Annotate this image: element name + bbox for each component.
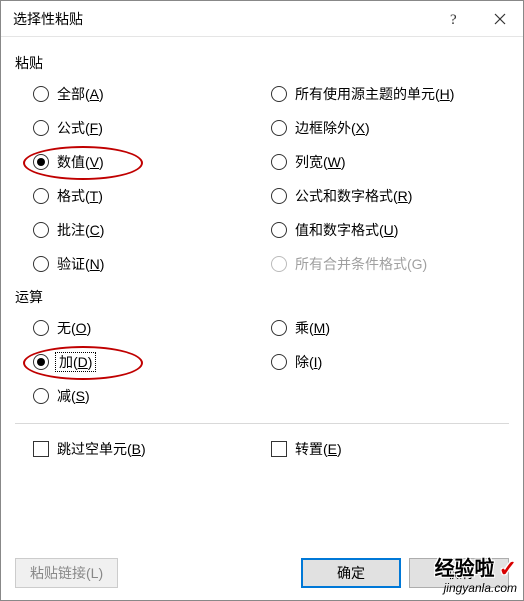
- help-button[interactable]: ?: [431, 1, 477, 37]
- radio-label: 公式和数字格式(R): [295, 186, 412, 206]
- group-paste: 全部(A) 公式(F) 数值(V) 格式(T) 批注(C) 验证(N) 所有使用源主题的单…: [15, 77, 509, 281]
- radio-label: 数值(V): [57, 152, 104, 172]
- radio-paste-r-5: 所有合并条件格式(G): [271, 247, 509, 281]
- radio-label: 全部(A): [57, 84, 104, 104]
- close-button[interactable]: [477, 1, 523, 37]
- radio-icon: [271, 222, 287, 238]
- close-icon: [494, 13, 506, 25]
- radio-icon: [33, 222, 49, 238]
- dialog-content: 粘贴 全部(A) 公式(F) 数值(V) 格式(T) 批注(C) 验证(N) 所有使用源主…: [1, 37, 523, 476]
- checkbox-icon: [33, 441, 49, 457]
- radio-paste-l-3[interactable]: 格式(T): [33, 179, 271, 213]
- divider: [15, 423, 509, 424]
- radio-label: 所有合并条件格式(G): [295, 254, 427, 274]
- group-operation: 无(O) 加(D) 减(S) 乘(M) 除(I): [15, 311, 509, 413]
- operation-left-col: 无(O) 加(D) 减(S): [15, 311, 271, 413]
- ok-button[interactable]: 确定: [301, 558, 401, 588]
- radio-label: 批注(C): [57, 220, 104, 240]
- radio-icon: [33, 154, 49, 170]
- radio-label: 格式(T): [57, 186, 103, 206]
- radio-op-r-1[interactable]: 除(I): [271, 345, 509, 379]
- operation-right-col: 乘(M) 除(I): [271, 311, 509, 413]
- radio-label: 乘(M): [295, 318, 330, 338]
- radio-icon: [33, 354, 49, 370]
- radio-op-l-0[interactable]: 无(O): [33, 311, 271, 345]
- radio-paste-l-0[interactable]: 全部(A): [33, 77, 271, 111]
- radio-icon: [271, 354, 287, 370]
- radio-icon: [33, 188, 49, 204]
- radio-label: 无(O): [57, 318, 91, 338]
- paste-link-button: 粘贴链接(L): [15, 558, 118, 588]
- paste-left-col: 全部(A) 公式(F) 数值(V) 格式(T) 批注(C) 验证(N): [15, 77, 271, 281]
- radio-icon: [33, 388, 49, 404]
- radio-paste-l-5[interactable]: 验证(N): [33, 247, 271, 281]
- checkbox-label: 转置(E): [295, 439, 342, 459]
- radio-icon: [33, 120, 49, 136]
- checkbox-label: 跳过空单元(B): [57, 439, 146, 459]
- checkbox-row: 跳过空单元(B) 转置(E): [15, 432, 509, 466]
- svg-text:?: ?: [450, 12, 457, 27]
- dialog-title: 选择性粘贴: [13, 9, 83, 29]
- radio-label: 所有使用源主题的单元(H): [295, 84, 454, 104]
- radio-paste-r-2[interactable]: 列宽(W): [271, 145, 509, 179]
- radio-paste-r-3[interactable]: 公式和数字格式(R): [271, 179, 509, 213]
- dialog-window: 选择性粘贴 ? 粘贴 全部(A) 公式(F) 数值(V) 格式(T) 批注(C) 验证(N…: [0, 0, 524, 601]
- radio-icon: [271, 154, 287, 170]
- radio-label: 公式(F): [57, 118, 103, 138]
- radio-paste-l-2[interactable]: 数值(V): [33, 145, 271, 179]
- titlebar: 选择性粘贴 ?: [1, 1, 523, 37]
- radio-op-l-2[interactable]: 减(S): [33, 379, 271, 413]
- radio-icon: [271, 120, 287, 136]
- radio-icon: [271, 320, 287, 336]
- radio-icon: [271, 256, 287, 272]
- radio-label: 边框除外(X): [295, 118, 370, 138]
- radio-label: 值和数字格式(U): [295, 220, 398, 240]
- radio-paste-r-0[interactable]: 所有使用源主题的单元(H): [271, 77, 509, 111]
- radio-icon: [271, 188, 287, 204]
- radio-icon: [33, 320, 49, 336]
- radio-paste-r-4[interactable]: 值和数字格式(U): [271, 213, 509, 247]
- checkbox-skip-blanks[interactable]: 跳过空单元(B): [33, 432, 271, 466]
- radio-icon: [33, 86, 49, 102]
- radio-label: 验证(N): [57, 254, 104, 274]
- radio-icon: [33, 256, 49, 272]
- button-row: 粘贴链接(L) 确定 取消: [1, 558, 523, 588]
- group-label-paste: 粘贴: [15, 53, 509, 73]
- group-label-operation: 运算: [15, 287, 509, 307]
- radio-paste-l-1[interactable]: 公式(F): [33, 111, 271, 145]
- checkbox-icon: [271, 441, 287, 457]
- radio-op-l-1[interactable]: 加(D): [33, 345, 271, 379]
- radio-paste-l-4[interactable]: 批注(C): [33, 213, 271, 247]
- radio-paste-r-1[interactable]: 边框除外(X): [271, 111, 509, 145]
- radio-icon: [271, 86, 287, 102]
- cancel-button[interactable]: 取消: [409, 558, 509, 588]
- help-icon: ?: [448, 11, 460, 27]
- radio-label: 除(I): [295, 352, 322, 372]
- radio-label: 加(D): [57, 352, 94, 372]
- paste-right-col: 所有使用源主题的单元(H) 边框除外(X) 列宽(W) 公式和数字格式(R) 值和数字格…: [271, 77, 509, 281]
- radio-label: 列宽(W): [295, 152, 346, 172]
- checkbox-transpose[interactable]: 转置(E): [271, 432, 509, 466]
- radio-label: 减(S): [57, 386, 90, 406]
- radio-op-r-0[interactable]: 乘(M): [271, 311, 509, 345]
